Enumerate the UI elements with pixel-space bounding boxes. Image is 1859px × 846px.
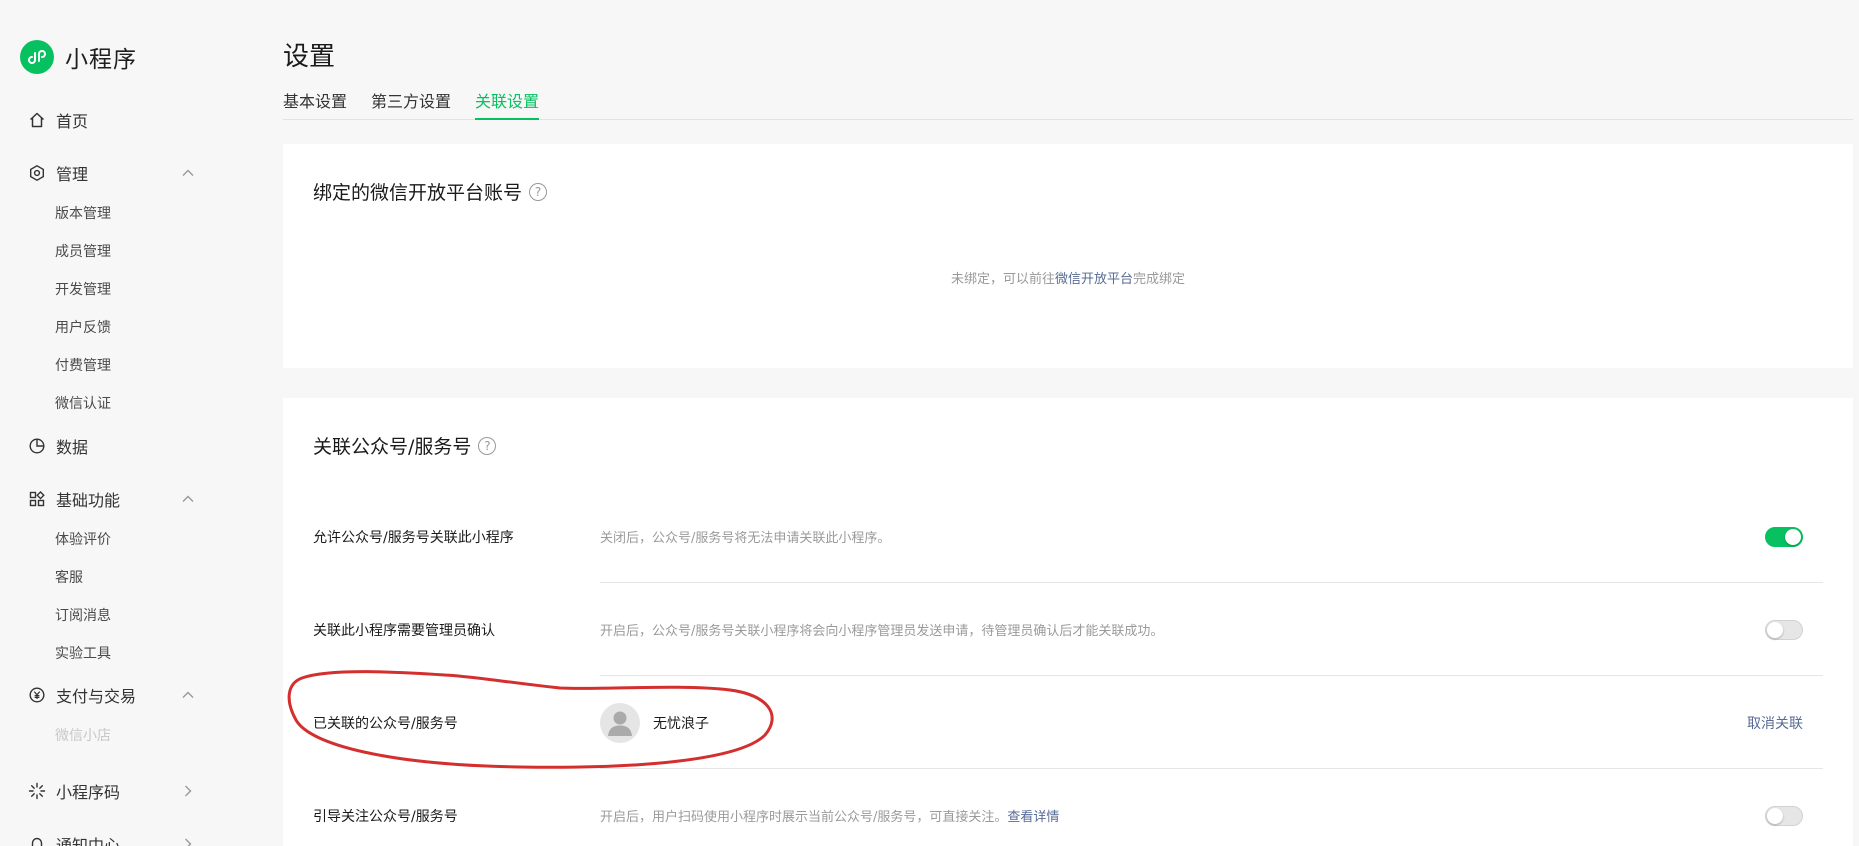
sidebar: 小程序 首页 管理 版本管理 成员管理 开发管理 用户反馈 付费管理 微信认证 … [0,0,250,846]
switch-knob [1767,808,1783,824]
guide-follow-switch[interactable] [1765,806,1803,826]
divider [600,582,1823,583]
sidebar-item-notice[interactable]: 通知中心 [28,832,196,846]
allow-link-label: 允许公众号/服务号关联此小程序 [313,530,514,546]
sidebar-item-label: 基础功能 [56,491,121,510]
linked-accounts-card: 关联公众号/服务号 ? 允许公众号/服务号关联此小程序 关闭后，公众号/服务号将… [283,398,1853,846]
brand[interactable]: 小程序 [20,40,137,74]
admin-confirm-desc: 开启后，公众号/服务号关联小程序将会向小程序管理员发送申请，待管理员确认后才能关… [600,624,1164,639]
sidebar-subitem-customer-service[interactable]: 客服 [55,568,83,588]
divider [600,768,1823,769]
help-icon[interactable]: ? [478,436,497,455]
sidebar-subitem-verification[interactable]: 微信认证 [55,394,111,414]
divider [600,675,1823,676]
linked-accounts-title: 关联公众号/服务号 ? [313,432,497,459]
sidebar-subitem-development[interactable]: 开发管理 [55,280,111,300]
sidebar-item-home[interactable]: 首页 [28,108,196,132]
sidebar-subitem-version[interactable]: 版本管理 [55,204,111,224]
sidebar-item-payment[interactable]: 支付与交易 [28,683,196,707]
bell-icon [28,835,46,846]
unbound-message: 未绑定，可以前往微信开放平台完成绑定 [283,268,1853,287]
card-title-text: 关联公众号/服务号 [313,436,472,458]
unbound-message-suffix: 完成绑定 [1133,272,1186,287]
chevron-up-icon [182,495,194,502]
allow-link-desc: 关闭后，公众号/服务号将无法申请关联此小程序。 [600,531,891,546]
sidebar-item-label: 首页 [56,112,89,131]
tab-third-party-settings[interactable]: 第三方设置 [371,90,451,120]
allow-link-switch[interactable] [1765,527,1803,547]
settings-tabs: 基本设置 第三方设置 关联设置 [283,90,1853,120]
guide-follow-desc: 开启后，用户扫码使用小程序时展示当前公众号/服务号，可直接关注。查看详情 [600,806,1059,825]
settings-hexagon-icon [28,164,46,182]
sidebar-item-basic-features[interactable]: 基础功能 [28,487,196,511]
sidebar-item-label: 数据 [56,438,89,457]
sidebar-item-manage[interactable]: 管理 [28,161,196,185]
mini-program-logo-icon [20,40,54,74]
sidebar-subitem-subscribe-msg[interactable]: 订阅消息 [55,606,111,626]
home-icon [28,111,46,129]
open-platform-card: 绑定的微信开放平台账号 ? 未绑定，可以前往微信开放平台完成绑定 [283,144,1853,368]
page-title: 设置 [283,42,336,72]
chevron-right-icon [185,785,192,797]
admin-confirm-label: 关联此小程序需要管理员确认 [313,623,495,639]
chevron-right-icon [185,838,192,846]
sidebar-item-label: 管理 [56,165,89,184]
open-platform-title: 绑定的微信开放平台账号 ? [313,178,548,205]
switch-knob [1767,622,1783,638]
default-avatar-icon [608,711,632,736]
chevron-up-icon [182,691,194,698]
switch-knob [1785,529,1801,545]
sidebar-item-label: 小程序码 [56,783,121,802]
card-title-text: 绑定的微信开放平台账号 [313,182,523,204]
apps-grid-icon [28,490,46,508]
pie-chart-icon [28,437,46,455]
tab-link-settings[interactable]: 关联设置 [475,90,540,120]
unlink-button[interactable]: 取消关联 [1747,713,1803,733]
unbound-message-prefix: 未绑定，可以前往 [950,272,1055,287]
tab-basic-settings[interactable]: 基本设置 [283,90,347,120]
linked-account-name: 无忧浪子 [653,716,709,732]
sparkle-icon [28,782,46,800]
sidebar-subitem-members[interactable]: 成员管理 [55,242,111,262]
sidebar-subitem-paid[interactable]: 付费管理 [55,356,111,376]
guide-follow-desc-text: 开启后，用户扫码使用小程序时展示当前公众号/服务号，可直接关注。 [600,810,1008,825]
sidebar-subitem-lab-tools[interactable]: 实验工具 [55,644,111,664]
brand-name: 小程序 [65,47,137,73]
view-details-link[interactable]: 查看详情 [1007,810,1059,825]
chevron-up-icon [182,169,194,176]
linked-account-label: 已关联的公众号/服务号 [313,716,458,732]
sidebar-item-qrcode[interactable]: 小程序码 [28,779,196,803]
sidebar-subitem-wechat-shop[interactable]: 微信小店 [55,726,111,746]
open-platform-link[interactable]: 微信开放平台 [1055,272,1133,287]
avatar[interactable] [600,703,640,743]
admin-confirm-switch[interactable] [1765,620,1803,640]
sidebar-subitem-experience[interactable]: 体验评价 [55,530,111,550]
sidebar-item-label: 通知中心 [56,836,121,846]
help-icon[interactable]: ? [529,182,548,201]
sidebar-subitem-feedback[interactable]: 用户反馈 [55,318,111,338]
sidebar-item-data[interactable]: 数据 [28,434,196,458]
sidebar-item-label: 支付与交易 [56,687,137,706]
guide-follow-label: 引导关注公众号/服务号 [313,809,458,825]
yuan-icon [28,686,46,704]
